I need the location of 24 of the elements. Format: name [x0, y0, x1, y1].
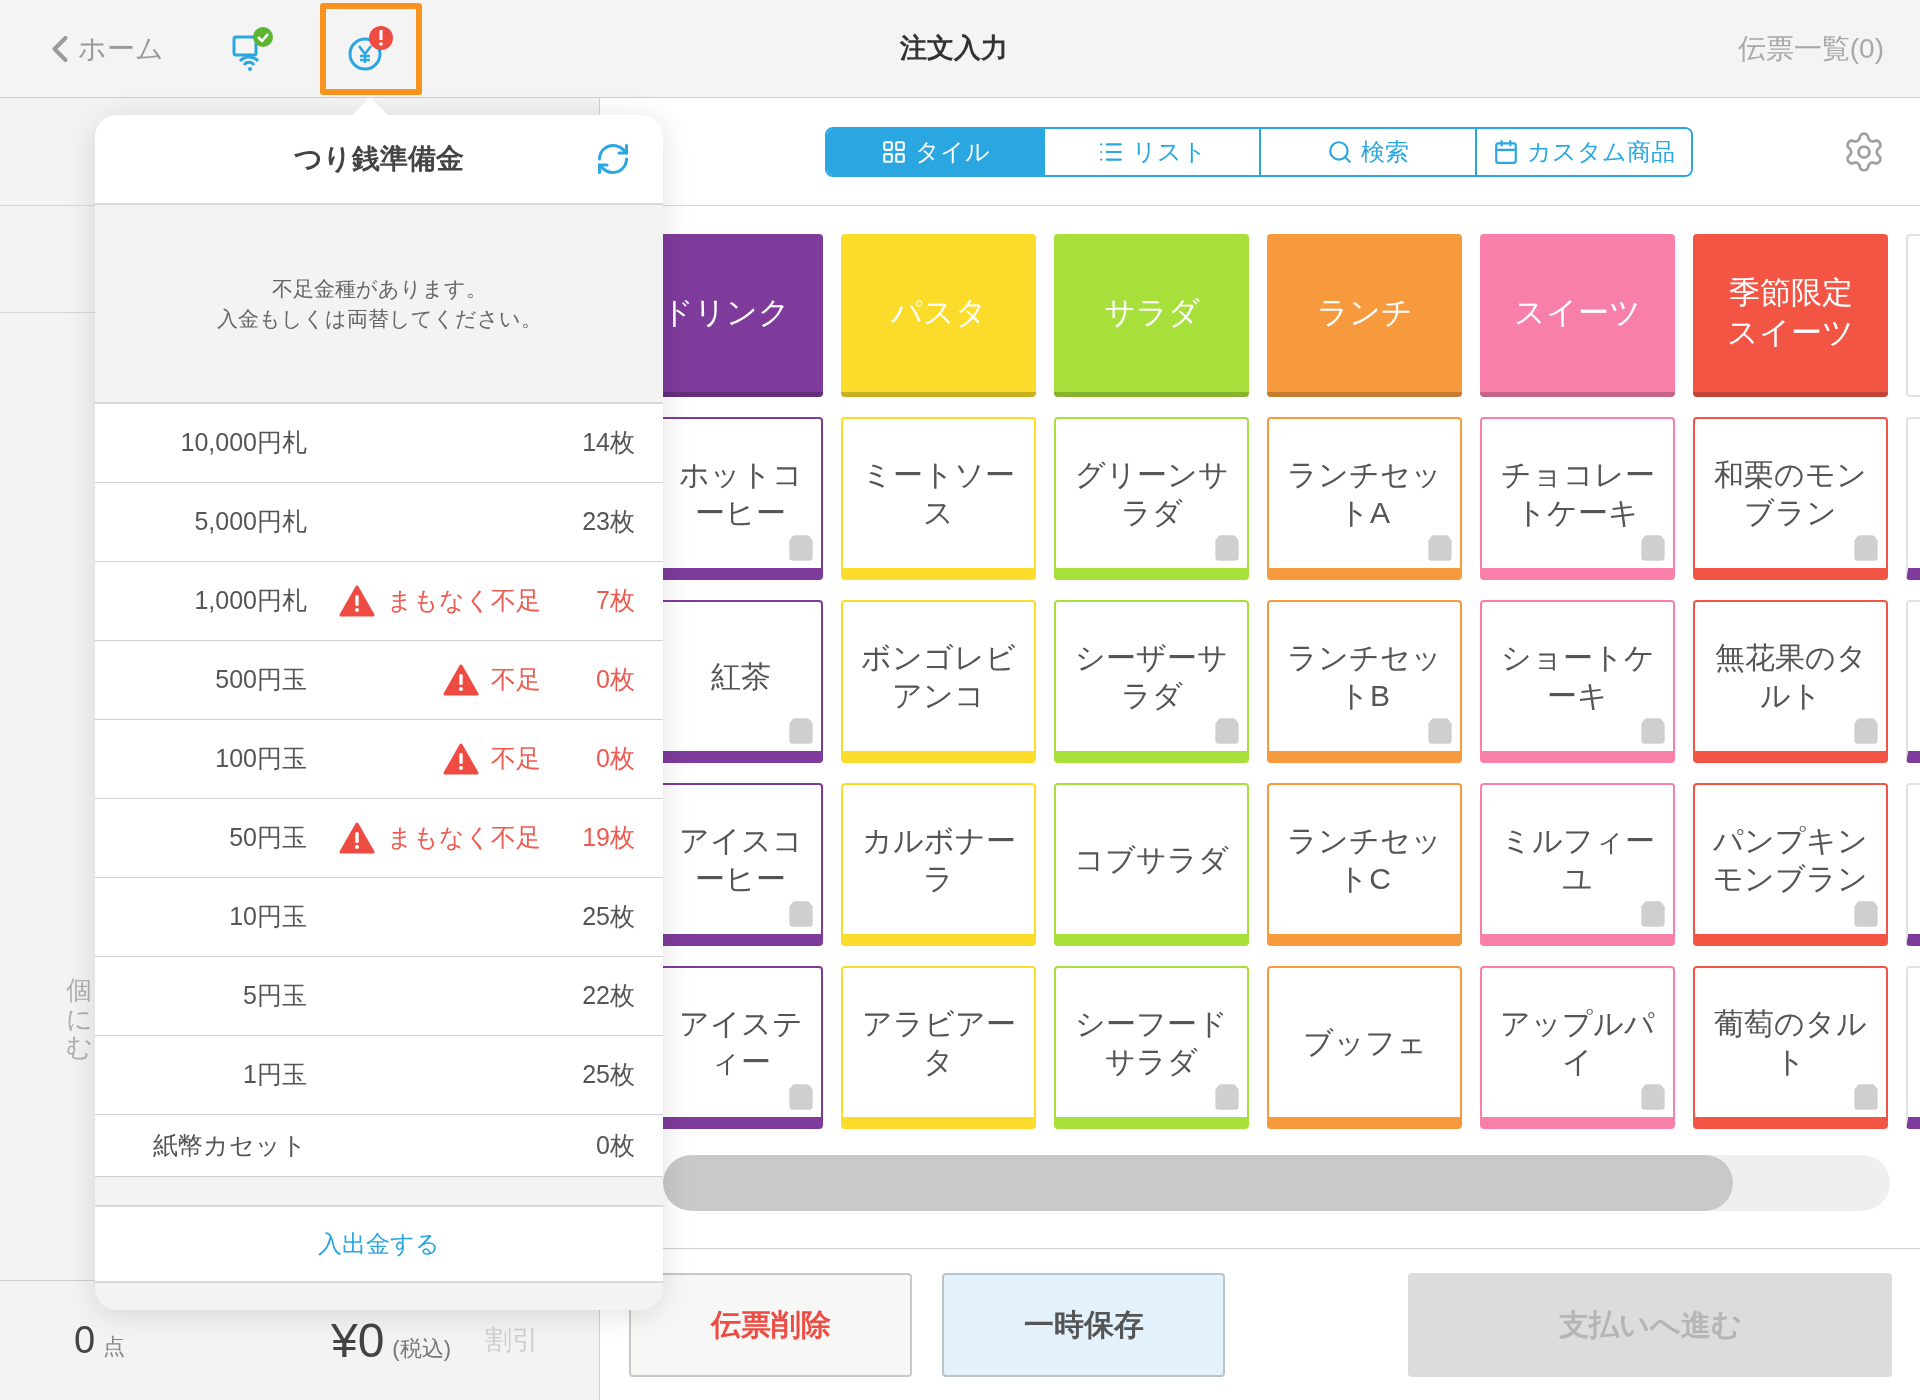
status-text: まもなく不足: [387, 822, 541, 854]
count-text: 0枚: [595, 1129, 635, 1161]
denomination-label: 5,000円札: [193, 506, 307, 538]
hint-text: 個にむ: [66, 976, 92, 1062]
tax-note: (税込): [392, 1335, 451, 1363]
status-text: まもなく不足: [387, 585, 541, 617]
shortage-message: 不足金種があります。: [271, 276, 487, 303]
count-unit: 点: [103, 1333, 126, 1361]
denomination-label: 50円玉: [228, 822, 307, 854]
shortage-message: 入金もしくは両替してください。: [216, 305, 542, 332]
denomination-label: 紙幣カセット: [152, 1129, 307, 1161]
denomination-label: 1円玉: [242, 1059, 307, 1091]
item-count: 0: [74, 1318, 96, 1363]
total-amount: ¥0: [330, 1312, 385, 1369]
denomination-label: 100円玉: [214, 743, 307, 775]
denomination-label: 5円玉: [242, 980, 307, 1012]
popover-title: つり銭準備金: [294, 142, 464, 176]
denomination-label: 10円玉: [228, 901, 307, 933]
denomination-label: 10,000円札: [179, 427, 307, 459]
denomination-label: 1,000円札: [193, 585, 307, 617]
status-text: 不足: [491, 664, 541, 696]
status-text: 不足: [491, 743, 541, 775]
screen-title: 注文入力: [900, 32, 1008, 66]
denomination-label: 500円玉: [214, 664, 307, 696]
